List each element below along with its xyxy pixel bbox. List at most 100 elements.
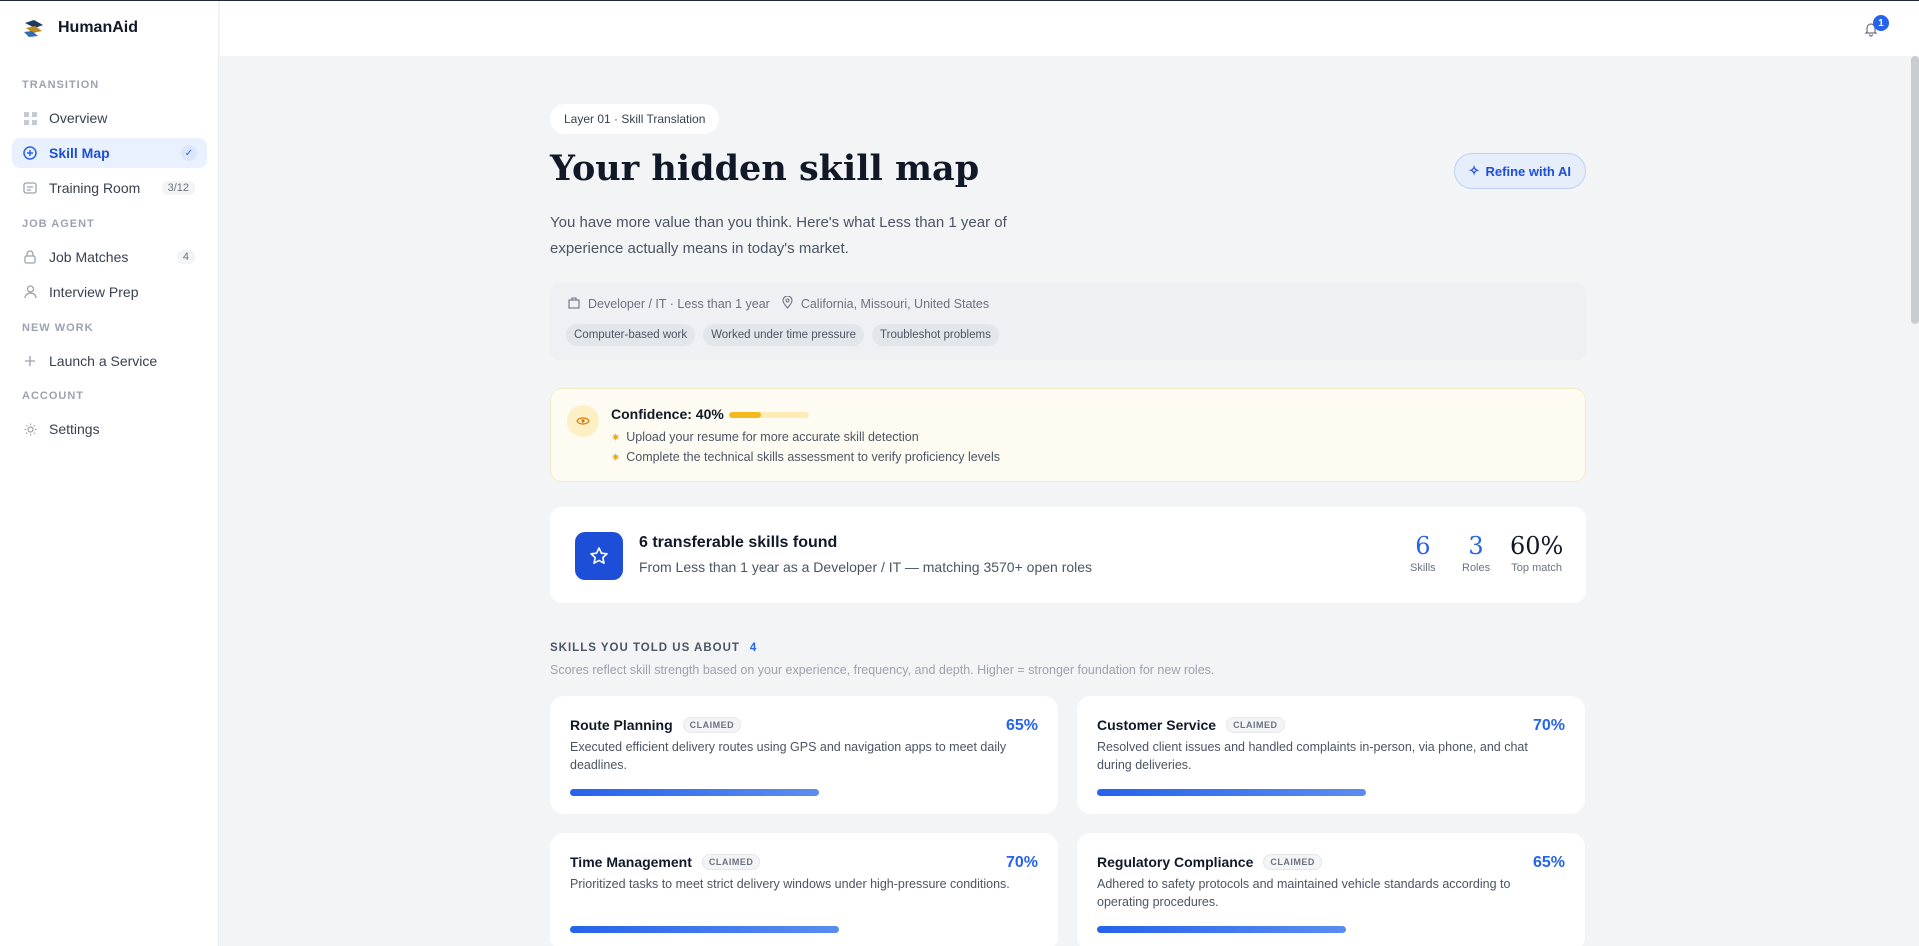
- stat-value: 6: [1415, 532, 1431, 560]
- sidebar-item-launch-service[interactable]: Launch a Service: [12, 346, 207, 376]
- plus-icon: [23, 354, 37, 368]
- sidebar-item-label: Job Matches: [49, 249, 129, 265]
- role-summary: Developer / IT · Less than 1 year: [588, 297, 770, 311]
- sidebar-item-label: Training Room: [49, 180, 141, 196]
- skill-card[interactable]: Regulatory Compliance CLAIMED 65% Adhere…: [1077, 833, 1585, 946]
- skill-strength-bar: [1097, 789, 1565, 796]
- sidebar-item-training-room[interactable]: Training Room 3/12: [12, 173, 207, 203]
- confidence-title: Confidence: 40%: [611, 406, 724, 422]
- humanaid-logo-icon: [22, 17, 46, 39]
- training-progress-badge: 3/12: [161, 181, 195, 195]
- app-name: HumanAid: [58, 19, 138, 36]
- skill-percent: 65%: [1005, 717, 1038, 734]
- skill-description: Adhered to safety protocols and maintain…: [1097, 877, 1511, 909]
- claimed-badge: CLAIMED: [682, 717, 742, 733]
- user-icon: [23, 285, 37, 299]
- sidebar-item-label: Overview: [49, 110, 108, 126]
- location-text: California, Missouri, United States: [800, 297, 990, 311]
- notifications-button[interactable]: 1: [1863, 15, 1889, 37]
- skills-note: Scores reflect skill strength based on y…: [550, 663, 1215, 677]
- skill-strength-bar: [1097, 926, 1565, 933]
- page-title: Your hidden skill map: [550, 148, 980, 189]
- sidebar-item-skill-map[interactable]: Skill Map ✓: [12, 138, 207, 168]
- skill-description: Executed efficient delivery routes using…: [570, 740, 1007, 772]
- stat-label: Roles: [1462, 562, 1491, 574]
- skill-strength-fill: [1097, 789, 1366, 796]
- location-pin-icon: [782, 295, 793, 312]
- job-matches-count-badge: 4: [176, 250, 195, 264]
- stat-top-match: 60% Top match: [1510, 532, 1563, 574]
- layer-pill: Layer 01 · Skill Translation: [550, 104, 720, 134]
- section-label-transition: TRANSITION: [22, 79, 100, 91]
- skill-name: Customer Service: [1097, 717, 1217, 733]
- context-tag: Troubleshot problems: [872, 324, 999, 346]
- stat-value: 60%: [1510, 532, 1564, 560]
- skill-name: Time Management: [570, 854, 692, 870]
- sidebar-item-job-matches[interactable]: Job Matches 4: [12, 242, 207, 272]
- sidebar: HumanAid TRANSITION Overview Skill Map ✓…: [0, 1, 219, 946]
- sidebar-item-settings[interactable]: Settings: [12, 414, 207, 444]
- skill-strength-bar: [570, 926, 1038, 933]
- context-tag: Worked under time pressure: [703, 324, 865, 346]
- confidence-tip-text: Complete the technical skills assessment…: [626, 450, 1000, 464]
- sidebar-item-interview-prep[interactable]: Interview Prep: [12, 277, 207, 307]
- card-icon: [23, 181, 37, 195]
- eye-icon: [567, 405, 599, 437]
- page-subtitle: You have more value than you think. Here…: [550, 214, 1007, 257]
- skill-name: Route Planning: [570, 717, 673, 733]
- notification-count-badge: 1: [1873, 15, 1889, 31]
- target-icon: [23, 146, 37, 160]
- skills-summary-card: 6 transferable skills found From Less th…: [550, 507, 1586, 603]
- sparkle-icon: ✷: [611, 451, 621, 464]
- refine-with-ai-button[interactable]: ✧ Refine with AI: [1453, 153, 1586, 189]
- sidebar-item-label: Interview Prep: [49, 284, 139, 300]
- sun-icon: [23, 422, 37, 436]
- sidebar-item-label: Skill Map: [49, 145, 110, 161]
- stat-label: Top match: [1511, 562, 1563, 574]
- confidence-bar: [729, 412, 809, 418]
- confidence-tip-text: Upload your resume for more accurate ski…: [626, 430, 919, 444]
- claimed-badge: CLAIMED: [1263, 854, 1322, 870]
- skill-card[interactable]: Route Planning CLAIMED 65% Executed effi…: [550, 696, 1058, 814]
- skills-section-heading: SKILLS YOU TOLD US ABOUT 4: [550, 642, 757, 654]
- skill-card[interactable]: Customer Service CLAIMED 70% Resolved cl…: [1077, 696, 1585, 814]
- summary-subtitle: From Less than 1 year as a Developer / I…: [639, 559, 1093, 575]
- context-tag: Computer-based work: [566, 324, 696, 346]
- skill-card[interactable]: Time Management CLAIMED 70% Prioritized …: [550, 833, 1058, 946]
- grid-icon: [23, 111, 37, 125]
- building-icon: [568, 296, 580, 312]
- skill-strength-fill: [570, 789, 820, 796]
- skill-strength-fill: [570, 926, 839, 933]
- confidence-bar-fill: [729, 412, 761, 418]
- section-label-job-agent: JOB AGENT: [22, 218, 95, 230]
- claimed-badge: CLAIMED: [701, 854, 761, 870]
- star-icon: [575, 532, 623, 580]
- claimed-badge: CLAIMED: [1226, 717, 1285, 733]
- confidence-tip: ✷ Complete the technical skills assessme…: [611, 450, 1000, 464]
- summary-title: 6 transferable skills found: [639, 534, 838, 551]
- confidence-panel: Confidence: 40% ✷ Upload your resume for…: [550, 388, 1586, 482]
- sidebar-item-label: Settings: [49, 421, 100, 437]
- page-scrollbar[interactable]: [1911, 56, 1919, 324]
- lock-icon: [23, 250, 37, 264]
- experience-context: Developer / IT · Less than 1 year Califo…: [550, 282, 1586, 360]
- skills-count: 4: [749, 642, 758, 654]
- skill-strength-fill: [1097, 926, 1347, 933]
- sidebar-item-overview[interactable]: Overview: [12, 103, 207, 133]
- section-label-new-work: NEW WORK: [22, 322, 94, 334]
- sparkle-icon: ✷: [611, 431, 621, 444]
- stat-value: 3: [1468, 532, 1484, 560]
- top-bar: 1: [220, 1, 1919, 56]
- skill-name: Regulatory Compliance: [1097, 854, 1254, 870]
- sparkles-icon: ✧: [1468, 163, 1480, 178]
- stat-roles: 3 Roles: [1462, 532, 1490, 574]
- skill-description: Prioritized tasks to meet strict deliver…: [570, 877, 1010, 891]
- stat-label: Skills: [1410, 562, 1436, 574]
- sidebar-item-label: Launch a Service: [49, 353, 158, 369]
- check-icon: ✓: [181, 145, 197, 161]
- skills-heading-text: SKILLS YOU TOLD US ABOUT: [550, 642, 740, 654]
- brand[interactable]: HumanAid: [22, 17, 138, 39]
- stat-skills: 6 Skills: [1410, 532, 1436, 574]
- skill-percent: 70%: [1532, 717, 1565, 734]
- skill-percent: 65%: [1532, 854, 1565, 871]
